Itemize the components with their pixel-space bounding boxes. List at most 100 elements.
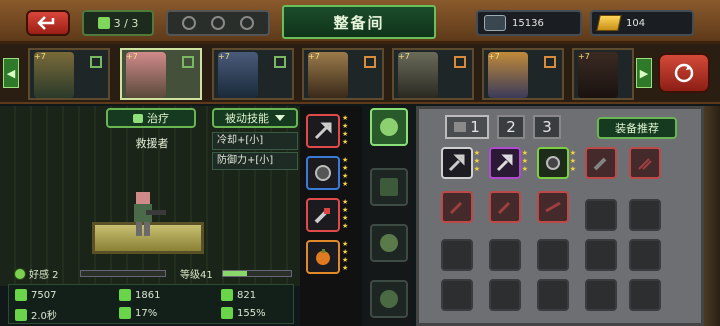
empty-slot[interactable] [489, 279, 521, 311]
hero-level: +7 [126, 52, 138, 61]
silver-currency[interactable]: 15136 [476, 10, 582, 36]
gear-slots[interactable] [166, 10, 270, 36]
squad-badge-icon [364, 56, 376, 68]
chevron-down-icon [275, 115, 285, 121]
hero-level: +7 [488, 52, 500, 61]
hero-level: +7 [308, 52, 320, 61]
empty-slot[interactable] [537, 279, 569, 311]
hero-card[interactable]: +7 [28, 48, 110, 100]
hero-level: +7 [218, 52, 230, 61]
passive-skill-label: 被动技能 [225, 112, 269, 125]
equipped-weapon[interactable] [306, 114, 340, 148]
squad-count: 3 / 3 [113, 16, 139, 30]
star-rating-icon: ★ ★ ★ ★ [342, 240, 349, 272]
next-arrow-icon[interactable]: ▶ [636, 58, 652, 88]
stats-panel: 7507 1861 821 2.0秒 17% 155% [8, 284, 294, 324]
backpack-icon [380, 178, 398, 196]
empty-slot[interactable] [441, 279, 473, 311]
tab-skills[interactable] [370, 224, 408, 262]
empty-slot[interactable] [585, 279, 617, 311]
hero-class-name: 救援者 [135, 137, 169, 150]
inventory-item[interactable]: ★ ★ ★ [537, 147, 576, 179]
frame-rail [704, 106, 720, 326]
empty-slot[interactable] [629, 199, 661, 231]
gold-currency[interactable]: 104 [590, 10, 694, 36]
hero-card[interactable]: +7 [572, 48, 634, 100]
stat-attack-value: 1861 [135, 289, 161, 301]
hero-sprite [134, 192, 166, 236]
wallet-icon [484, 15, 506, 31]
squad-badge-icon [454, 56, 466, 68]
star-rating-icon: ★ ★ ★ ★ [342, 198, 349, 230]
empty-slot[interactable] [585, 199, 617, 231]
tab-items[interactable] [370, 168, 408, 206]
hero-card-selected[interactable]: +7 [120, 48, 202, 100]
empty-slot[interactable] [537, 239, 569, 271]
tab-equipment[interactable] [370, 108, 408, 146]
equipped-accessory[interactable] [306, 240, 340, 274]
level-progress-fill [223, 271, 247, 276]
heart-person-icon [380, 290, 398, 308]
prev-arrow-icon[interactable]: ◀ [3, 58, 19, 88]
squad-badge-icon [544, 56, 556, 68]
rifle-icon [545, 201, 561, 213]
inventory-tab-2[interactable]: 2 [497, 115, 525, 139]
heal-icon [133, 113, 143, 123]
equipped-armor[interactable] [306, 156, 340, 190]
inventory-item-locked[interactable] [585, 147, 617, 179]
tab-affinity[interactable] [370, 280, 408, 318]
tab-label: 3 [542, 118, 552, 136]
passive-skill-dropdown[interactable]: 被动技能 [212, 108, 298, 128]
passive-skill-item: 防御力+[小] [212, 152, 298, 170]
squad-counter[interactable]: 3 / 3 [82, 10, 154, 36]
affinity-bar [80, 270, 166, 277]
empty-slot[interactable] [489, 239, 521, 271]
inventory-tab-3[interactable]: 3 [533, 115, 561, 139]
inventory-item-locked[interactable] [489, 191, 521, 223]
silver-amount: 15136 [512, 17, 544, 29]
back-button[interactable] [26, 10, 70, 36]
top-bar: 3 / 3 整备间 15136 104 [0, 0, 720, 44]
hero-card[interactable]: +7 [212, 48, 294, 100]
inventory-item-locked[interactable] [537, 191, 569, 223]
back-arrow-icon [37, 16, 55, 30]
star-rating-icon: ★ ★ ★ [569, 149, 576, 173]
empty-slot[interactable] [441, 239, 473, 271]
hero-level: +7 [578, 52, 590, 61]
smile-icon [14, 267, 26, 280]
inventory-tab-1[interactable]: 1 [445, 115, 489, 139]
empty-slot[interactable] [585, 239, 617, 271]
heal-button[interactable]: 治疗 [106, 108, 196, 128]
inventory-item[interactable]: ★ ★ ★ [441, 147, 480, 179]
tool-icon [497, 201, 511, 215]
stat-defense-value: 821 [237, 289, 257, 301]
inventory-item-locked[interactable] [441, 191, 473, 223]
equipped-tool[interactable] [306, 198, 340, 232]
hero-level-label: 等级41 [180, 270, 213, 281]
tool-icon [314, 208, 330, 224]
inventory-item-locked[interactable] [629, 147, 661, 179]
squad-badge-icon [90, 56, 102, 68]
armor-icon [546, 156, 560, 170]
stat-speed: 2.0秒 [15, 307, 57, 322]
pumpkin-icon [316, 249, 330, 265]
inventory-item[interactable]: ★ ★ ★ [489, 147, 528, 179]
refresh-button[interactable] [658, 53, 710, 93]
stat-crit-damage: 155% [221, 307, 266, 319]
gear-slot-icon [210, 16, 225, 30]
equipped-slots: ★ ★ ★ ★ ★ ★ ★ ★ ★ ★ ★ ★ ★ ★ ★ ★ [300, 106, 362, 326]
tab-label: 1 [470, 118, 480, 136]
gear-slot-icon [181, 16, 196, 30]
hero-card[interactable]: +7 [302, 48, 384, 100]
empty-slot[interactable] [629, 279, 661, 311]
attack-icon [119, 289, 131, 301]
refresh-icon [674, 63, 694, 83]
lightbulb-icon [380, 234, 398, 252]
hero-card[interactable]: +7 [392, 48, 474, 100]
recommend-gear-button[interactable]: 装备推荐 [597, 117, 677, 139]
chest-icon [454, 122, 467, 132]
hero-card[interactable]: +7 [482, 48, 564, 100]
armor-icon [315, 165, 331, 181]
empty-slot[interactable] [629, 239, 661, 271]
gear-slot-icon [240, 16, 255, 30]
